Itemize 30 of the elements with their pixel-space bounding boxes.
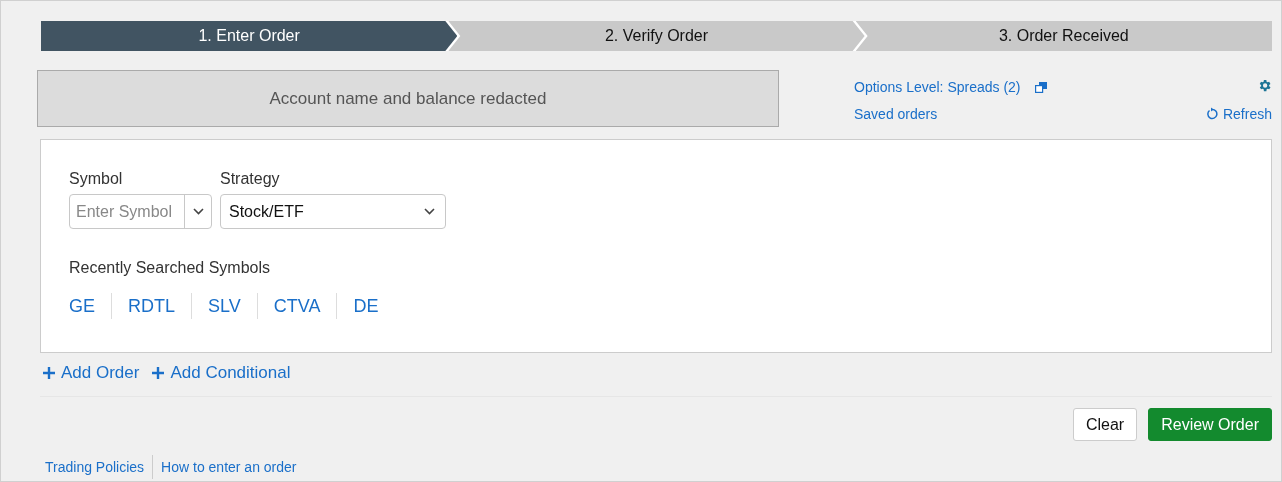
popout-icon <box>1034 81 1047 93</box>
chevron-down-icon <box>192 208 204 215</box>
chevron-down-icon <box>424 208 435 215</box>
symbol-link[interactable]: CTVA <box>256 293 337 319</box>
saved-orders-link[interactable]: Saved orders <box>854 105 1206 122</box>
section-label: Recently Searched Symbols <box>69 259 271 277</box>
settings-icon[interactable] <box>1257 77 1272 93</box>
step-tab[interactable]: 2. Verify Order <box>448 21 865 51</box>
plus-icon <box>43 367 55 379</box>
field-label: Strategy <box>220 170 281 188</box>
clear-button[interactable]: Clear <box>1072 408 1138 441</box>
refresh-icon <box>1205 107 1218 121</box>
footer-link[interactable]: How to enter an order <box>152 455 305 479</box>
footer-link[interactable]: Trading Policies <box>45 455 153 479</box>
add-link[interactable]: Add Order <box>43 363 140 383</box>
options-level-link[interactable]: Options Level: Spreads (2) <box>854 79 1021 96</box>
account-banner: Account name and balance redacted <box>37 70 779 127</box>
review-order-button[interactable]: Review Order <box>1148 408 1272 441</box>
step-tab[interactable]: 3. Order Received <box>855 21 1272 51</box>
strategy-dropdown[interactable]: Stock/ETF <box>220 194 446 229</box>
plus-icon <box>152 367 165 379</box>
symbol-link[interactable]: DE <box>336 293 395 319</box>
symbol-link[interactable]: GE <box>69 293 111 319</box>
symbol-field[interactable]: Enter Symbol <box>69 194 212 229</box>
step-tab[interactable]: 1. Enter Order <box>41 21 458 51</box>
add-link[interactable]: Add Conditional <box>152 363 291 383</box>
field-label: Symbol <box>69 170 124 188</box>
symbol-link[interactable]: RDTL <box>111 293 192 319</box>
refresh-link[interactable]: Refresh <box>1205 105 1272 122</box>
symbol-link[interactable]: SLV <box>191 293 257 319</box>
